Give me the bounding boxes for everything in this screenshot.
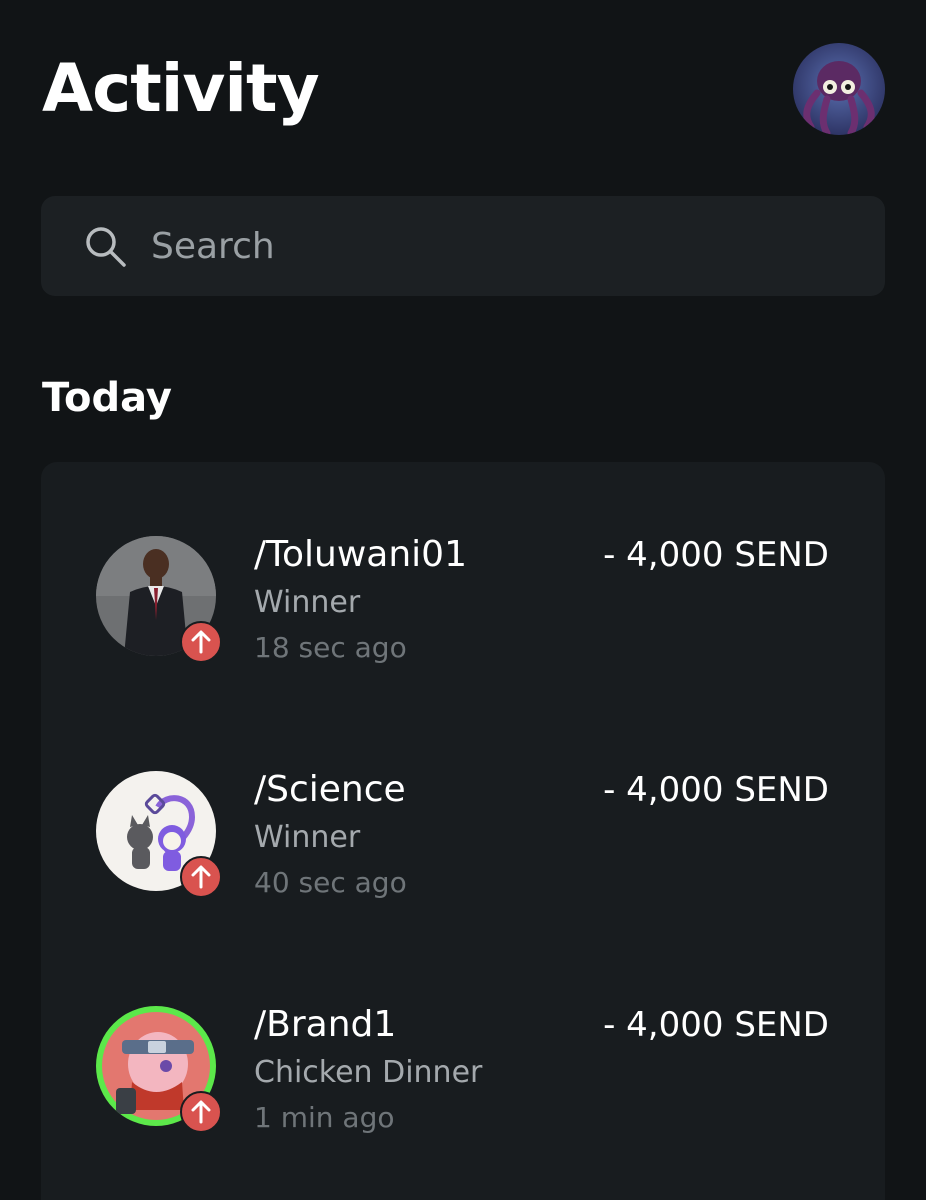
activity-amount: - 4,000 SEND — [603, 770, 829, 810]
arrow-up-icon — [180, 621, 222, 663]
search-input[interactable] — [149, 224, 853, 268]
activity-username: /Brand1 — [254, 1004, 397, 1045]
activity-screen: Activity Today — [0, 0, 926, 1200]
activity-time: 1 min ago — [254, 1101, 395, 1134]
arrow-up-icon — [180, 1091, 222, 1133]
profile-avatar[interactable] — [793, 43, 885, 135]
activity-note: Winner — [254, 820, 361, 855]
search-bar[interactable] — [41, 196, 885, 296]
activity-time: 40 sec ago — [254, 866, 407, 899]
arrow-up-icon — [180, 856, 222, 898]
page-title: Activity — [42, 50, 320, 127]
activity-avatar-wrap — [96, 536, 222, 663]
section-title-today: Today — [42, 375, 172, 421]
octopus-avatar-image — [793, 43, 885, 135]
activity-note: Chicken Dinner — [254, 1055, 483, 1090]
activity-list: /Toluwani01 Winner 18 sec ago - 4,000 SE… — [41, 462, 885, 1200]
activity-note: Winner — [254, 585, 361, 620]
activity-time: 18 sec ago — [254, 631, 407, 664]
activity-item[interactable]: /Brand1 Chicken Dinner 1 min ago - 4,000… — [41, 1000, 885, 1160]
activity-avatar-wrap — [96, 1006, 222, 1133]
activity-username: /Science — [254, 769, 406, 810]
activity-item[interactable]: /Science Winner 40 sec ago - 4,000 SEND — [41, 765, 885, 925]
activity-item[interactable]: /Toluwani01 Winner 18 sec ago - 4,000 SE… — [41, 530, 885, 690]
activity-amount: - 4,000 SEND — [603, 1005, 829, 1045]
activity-username: /Toluwani01 — [254, 534, 467, 575]
activity-amount: - 4,000 SEND — [603, 535, 829, 575]
activity-avatar-wrap — [96, 771, 222, 898]
search-icon — [86, 227, 126, 267]
